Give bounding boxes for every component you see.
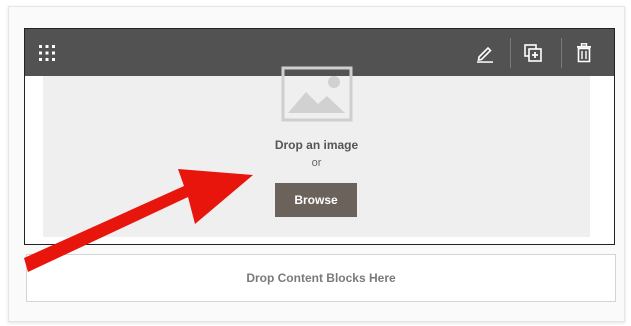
annotation-arrow-icon xyxy=(24,169,253,272)
